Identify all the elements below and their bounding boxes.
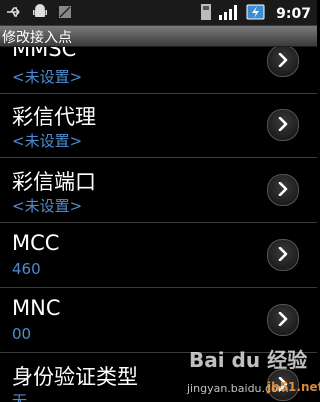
list-item-mcc[interactable]: MCC 460 (0, 223, 317, 288)
settings-list: MMSC <未设置> 彩信代理 <未设置> 彩信端口 <未设置> MCC 460… (0, 47, 317, 402)
chevron-right-icon[interactable] (267, 109, 299, 141)
list-item-mms-proxy[interactable]: 彩信代理 <未设置> (0, 93, 317, 158)
chevron-right-icon[interactable] (267, 47, 299, 77)
chevron-right-icon[interactable] (267, 369, 299, 401)
item-value: <未设置> (12, 132, 83, 150)
list-item-mmsc[interactable]: MMSC <未设置> (0, 47, 317, 94)
signal-icon (218, 4, 240, 24)
status-bar: 9:07 (0, 0, 317, 26)
status-time: 9:07 (276, 6, 311, 22)
page-title: 修改接入点 (2, 30, 72, 46)
item-label: MNC (12, 296, 61, 320)
list-item-auth-type[interactable]: 身份验证类型 无 (0, 353, 317, 402)
android-debug-icon (32, 3, 48, 23)
chevron-right-icon[interactable] (267, 304, 299, 336)
chevron-right-icon[interactable] (267, 239, 299, 271)
item-value: 460 (12, 260, 41, 278)
battery-charging-icon (246, 3, 266, 25)
item-label: 彩信端口 (12, 170, 96, 194)
item-value: 00 (12, 325, 32, 343)
list-item-mms-port[interactable]: 彩信端口 <未设置> (0, 158, 317, 223)
item-label: MCC (12, 231, 60, 255)
usb-icon (6, 4, 22, 23)
item-value: 无 (12, 392, 28, 402)
item-label: 彩信代理 (12, 105, 96, 129)
list-item-mnc[interactable]: MNC 00 (0, 288, 317, 353)
chevron-right-icon[interactable] (267, 174, 299, 206)
item-value: <未设置> (12, 68, 83, 86)
title-bar: 修改接入点 (0, 26, 317, 47)
item-value: <未设置> (12, 197, 83, 215)
sd-card-icon (200, 3, 212, 25)
item-label: MMSC (12, 47, 77, 61)
item-label: 身份验证类型 (12, 365, 138, 389)
no-sim-icon (58, 4, 72, 23)
